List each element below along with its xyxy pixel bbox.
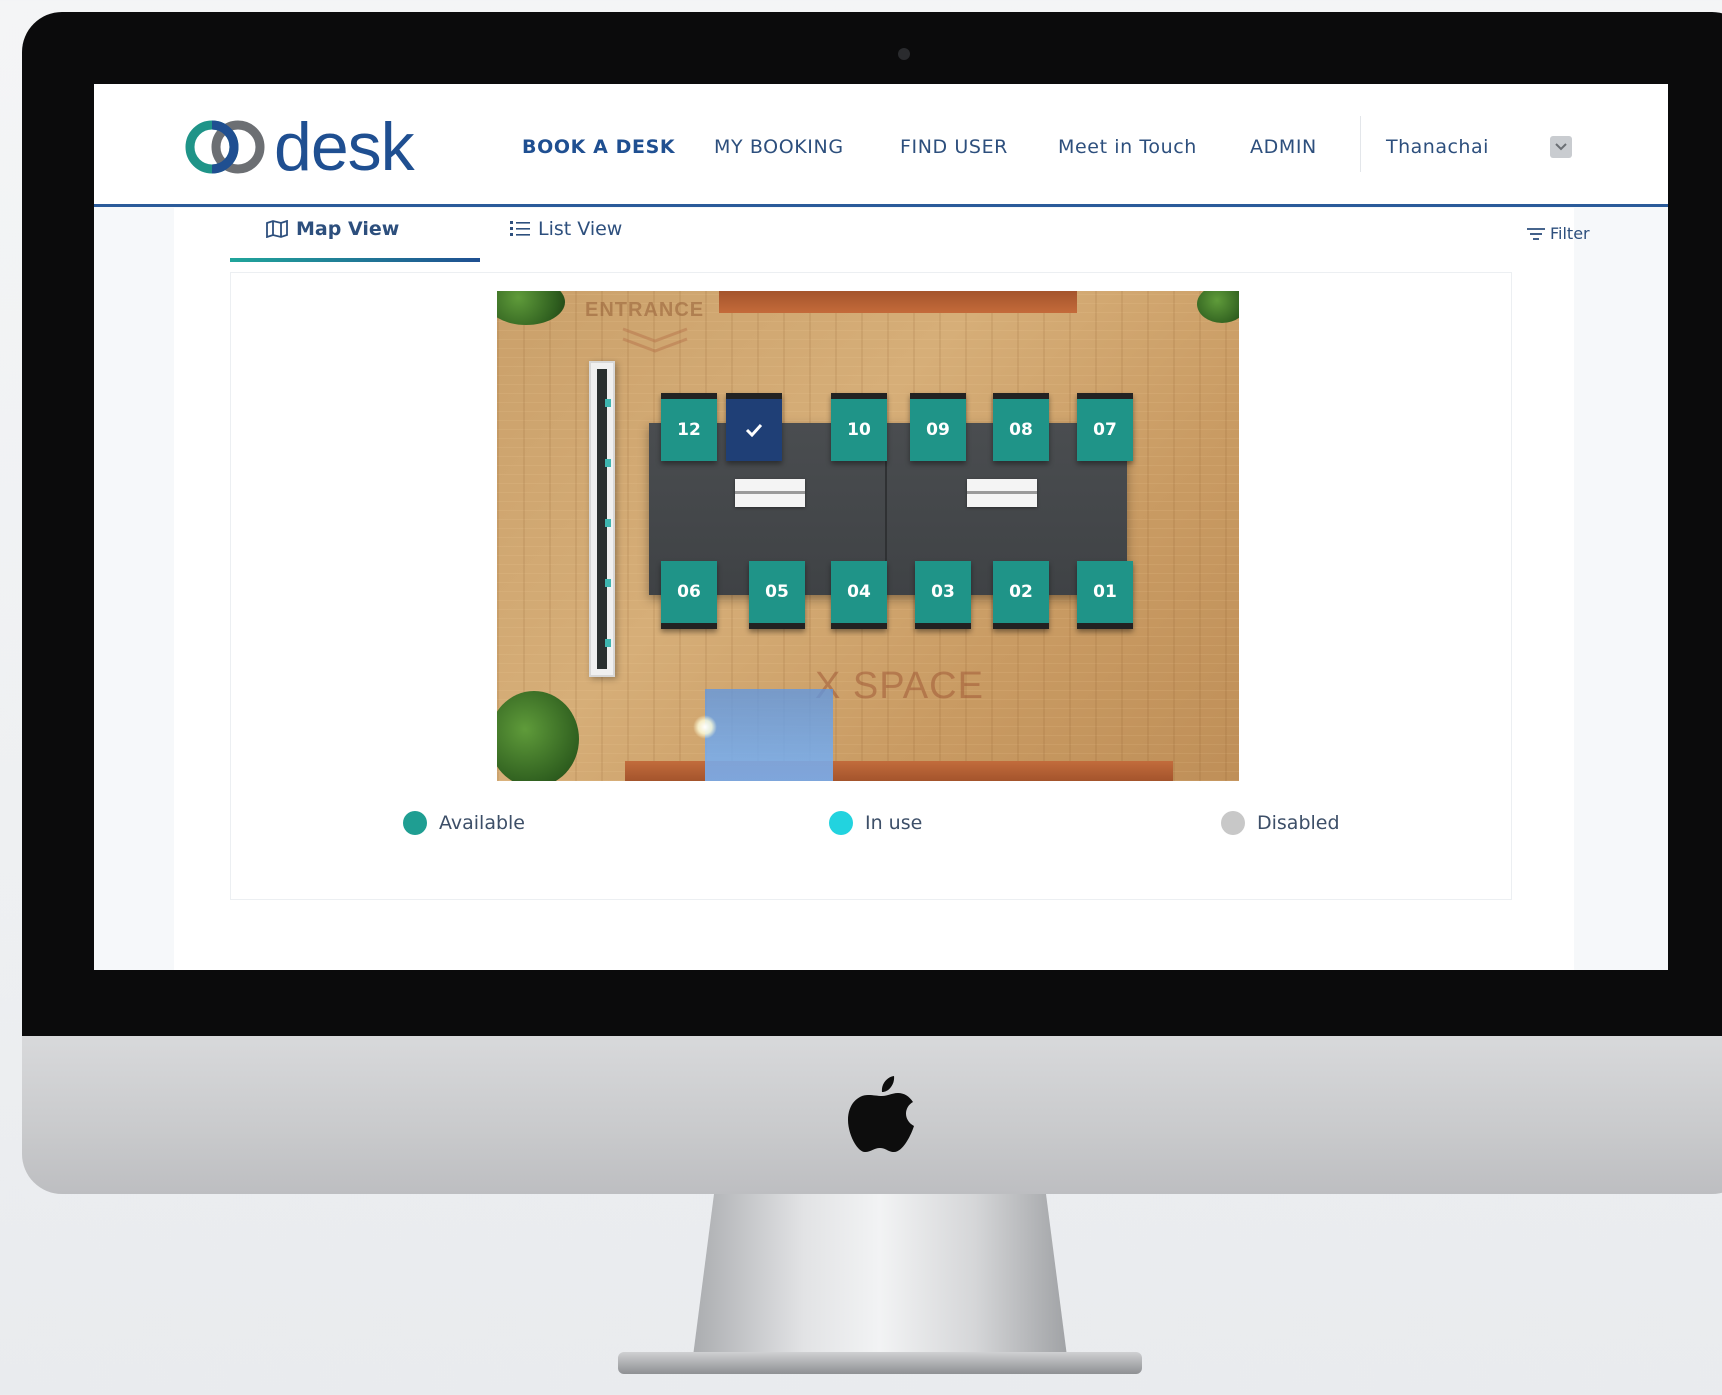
tv-indicator (605, 639, 611, 647)
table-conference-device (735, 479, 805, 507)
floor-plan: ENTRANCE X SPACE 12 10 09 08 07 06 05 04… (497, 291, 1239, 781)
seat-label: 07 (1093, 420, 1117, 440)
map-panel: ENTRANCE X SPACE 12 10 09 08 07 06 05 04… (230, 272, 1512, 900)
seat-label: 04 (847, 582, 871, 602)
seat-label: 09 (926, 420, 950, 440)
seat-label: 06 (677, 582, 701, 602)
seat-05[interactable]: 05 (749, 561, 805, 629)
space-label: X SPACE (815, 665, 984, 707)
active-tab-indicator (230, 258, 480, 262)
tab-list-view-label: List View (538, 218, 623, 240)
seat-06[interactable]: 06 (661, 561, 717, 629)
tv-indicator (605, 399, 611, 407)
seat-11-selected[interactable] (726, 393, 782, 461)
apple-logo-icon (848, 1076, 914, 1152)
light-reflection (705, 689, 833, 781)
tv-indicator (605, 579, 611, 587)
legend-available: Available (403, 811, 525, 835)
seat-label: 12 (677, 420, 701, 440)
filter-icon (1527, 227, 1545, 240)
app-screen: desk BOOK A DESK MY BOOKING FIND USER Me… (94, 84, 1668, 970)
seat-12[interactable]: 12 (661, 393, 717, 461)
imac-chin (22, 1036, 1722, 1194)
user-name[interactable]: Thanachai (1386, 136, 1489, 158)
tv-indicator (605, 519, 611, 527)
seat-08[interactable]: 08 (993, 393, 1049, 461)
seat-03[interactable]: 03 (915, 561, 971, 629)
seat-04[interactable]: 04 (831, 561, 887, 629)
nav-divider (1360, 116, 1361, 172)
map-icon (266, 220, 288, 238)
imac-stand (692, 1194, 1068, 1364)
logo-rings-icon (185, 120, 265, 174)
plant-bottom-left (497, 691, 579, 781)
nav-admin[interactable]: ADMIN (1250, 136, 1317, 158)
nav-find-user[interactable]: FIND USER (900, 136, 1008, 158)
tab-map-view-label: Map View (296, 218, 400, 240)
seat-label: 02 (1009, 582, 1033, 602)
plant-top-left (497, 291, 565, 325)
conference-table (649, 423, 1127, 595)
table-conference-device (967, 479, 1037, 507)
chevron-down-icon (1555, 143, 1567, 151)
legend-dot-disabled (1221, 811, 1245, 835)
top-bench (719, 291, 1077, 313)
seat-02[interactable]: 02 (993, 561, 1049, 629)
user-menu-button[interactable] (1550, 136, 1572, 158)
filter-label: Filter (1550, 224, 1590, 243)
legend-label: Available (439, 812, 526, 834)
top-header: desk BOOK A DESK MY BOOKING FIND USER Me… (94, 84, 1668, 207)
tab-list-view[interactable]: List View (510, 218, 622, 240)
check-icon (745, 423, 763, 437)
logo-text: desk (274, 109, 415, 185)
app-logo[interactable]: desk (182, 109, 415, 185)
light-glow (693, 715, 717, 739)
legend-in-use: In use (829, 811, 922, 835)
seat-label: 01 (1093, 582, 1117, 602)
filter-button[interactable]: Filter (1526, 224, 1590, 243)
seat-label: 05 (765, 582, 789, 602)
tv-panel (597, 369, 611, 669)
plant-top-right (1197, 291, 1239, 323)
nav-meet-in-touch[interactable]: Meet in Touch (1058, 136, 1197, 158)
legend-label: In use (865, 812, 923, 834)
legend-disabled: Disabled (1221, 811, 1340, 835)
seat-10[interactable]: 10 (831, 393, 887, 461)
nav-book-a-desk[interactable]: BOOK A DESK (522, 136, 675, 158)
seat-label: 03 (931, 582, 955, 602)
legend-dot-in-use (829, 811, 853, 835)
seat-07[interactable]: 07 (1077, 393, 1133, 461)
list-icon (510, 221, 530, 236)
legend-dot-available (403, 811, 427, 835)
tv-screen-unit (589, 361, 615, 677)
seat-09[interactable]: 09 (910, 393, 966, 461)
tv-indicator (605, 459, 611, 467)
tab-map-view[interactable]: Map View (266, 218, 399, 240)
entrance-label: ENTRANCE (585, 299, 705, 321)
seat-label: 10 (847, 420, 871, 440)
camera-icon (898, 48, 910, 60)
entrance-arrow-icon (622, 327, 688, 353)
nav-my-booking[interactable]: MY BOOKING (714, 136, 844, 158)
seat-01[interactable]: 01 (1077, 561, 1133, 629)
imac-stand-base (618, 1352, 1142, 1374)
legend-label: Disabled (1257, 812, 1340, 834)
seat-label: 08 (1009, 420, 1033, 440)
